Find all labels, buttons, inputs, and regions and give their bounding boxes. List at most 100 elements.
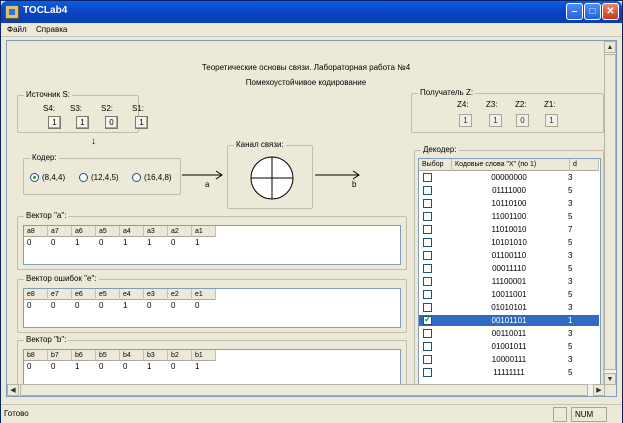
- scroll-left-button[interactable]: ◀: [7, 384, 19, 396]
- scroll-right-button[interactable]: ▶: [593, 384, 605, 396]
- codeword-cell: 11100001: [491, 277, 527, 286]
- column-header-codewords[interactable]: Кодовые слова "X" (по 1): [452, 159, 570, 171]
- decoder-row[interactable]: 11100001 3: [419, 276, 599, 287]
- column-header[interactable]: a6: [72, 226, 96, 237]
- horizontal-scroll-thumb[interactable]: [20, 384, 588, 396]
- s4-button[interactable]: 1: [48, 116, 61, 129]
- checkbox-icon[interactable]: [423, 173, 432, 182]
- checkbox-icon[interactable]: [423, 355, 432, 364]
- decoder-row[interactable]: 01100110 3: [419, 250, 599, 261]
- decoder-row[interactable]: 10110100 3: [419, 198, 599, 209]
- coder-option-1245[interactable]: (12,4,5): [79, 173, 119, 182]
- decoder-row[interactable]: 10011001 5: [419, 289, 599, 300]
- coder-option-844[interactable]: (8,4,4): [30, 173, 65, 182]
- column-header[interactable]: a1: [192, 226, 216, 237]
- column-header[interactable]: b8: [24, 350, 48, 361]
- decoder-row[interactable]: 00101101 1: [419, 314, 599, 326]
- column-header-d[interactable]: d: [570, 159, 599, 171]
- column-header[interactable]: b6: [72, 350, 96, 361]
- column-header[interactable]: e2: [168, 289, 192, 300]
- status-bar: Готово NUM: [1, 404, 622, 423]
- column-header[interactable]: b1: [192, 350, 216, 361]
- column-header[interactable]: a4: [120, 226, 144, 237]
- column-header[interactable]: e4: [120, 289, 144, 300]
- checkbox-icon[interactable]: [423, 251, 432, 260]
- checkbox-icon[interactable]: [423, 212, 432, 221]
- decoder-table[interactable]: Выбор Кодовые слова "X" (по 1) d 0000000…: [418, 158, 601, 385]
- decoder-row[interactable]: 01001011 5: [419, 341, 599, 352]
- column-header-select[interactable]: Выбор: [419, 159, 452, 171]
- checkbox-icon[interactable]: [423, 225, 432, 234]
- s1-button[interactable]: 1: [135, 116, 148, 129]
- column-header[interactable]: b2: [168, 350, 192, 361]
- checkbox-icon[interactable]: [423, 277, 432, 286]
- menu-file[interactable]: Файл: [7, 25, 27, 34]
- column-header[interactable]: a7: [48, 226, 72, 237]
- column-header[interactable]: b3: [144, 350, 168, 361]
- table-cell: 0: [195, 301, 200, 310]
- checkbox-icon[interactable]: [423, 342, 432, 351]
- decoder-row[interactable]: 01111000 5: [419, 185, 599, 196]
- checkbox-icon[interactable]: [423, 368, 432, 377]
- arrow-a-label: a: [205, 180, 210, 189]
- decoder-row[interactable]: 00011110 5: [419, 263, 599, 274]
- column-header[interactable]: b7: [48, 350, 72, 361]
- column-header[interactable]: b4: [120, 350, 144, 361]
- window-title: TOCLab4: [23, 5, 68, 16]
- decoder-row[interactable]: 11010010 7: [419, 224, 599, 235]
- table-cell: 1: [123, 301, 128, 310]
- s2-label: S2:: [101, 104, 114, 113]
- close-button[interactable]: ✕: [602, 3, 619, 20]
- distance-cell: 5: [568, 290, 573, 299]
- maximize-button[interactable]: □: [584, 3, 601, 20]
- checkbox-checked-icon[interactable]: [423, 314, 432, 325]
- receiver-group: Получатель Z: Z4: Z3: Z2: Z1: 1 1 0 1: [411, 88, 604, 133]
- checkbox-icon[interactable]: [423, 303, 432, 312]
- decoder-row[interactable]: 01010101 3: [419, 302, 599, 313]
- menu-help[interactable]: Справка: [36, 25, 67, 34]
- vector-e-table[interactable]: e8 e7 e6 e5 e4 e3 e2 e1 0 0 0 0 1 0 0 0: [23, 288, 401, 328]
- table-row[interactable]: 0 0 1 0 0 1 0 1: [24, 362, 216, 371]
- column-header[interactable]: e1: [192, 289, 216, 300]
- checkbox-icon[interactable]: [423, 199, 432, 208]
- decoder-row[interactable]: 00000000 3: [419, 172, 599, 183]
- column-header[interactable]: e3: [144, 289, 168, 300]
- s2-button[interactable]: 0: [105, 116, 118, 129]
- decoder-row[interactable]: 11001100 5: [419, 211, 599, 222]
- column-header[interactable]: e8: [24, 289, 48, 300]
- column-header[interactable]: a5: [96, 226, 120, 237]
- vertical-scroll-thumb[interactable]: [604, 54, 616, 370]
- codeword-cell: 10110100: [491, 199, 527, 208]
- column-header[interactable]: a3: [144, 226, 168, 237]
- decoder-row[interactable]: 00110011 3: [419, 328, 599, 339]
- s3-button[interactable]: 1: [76, 116, 89, 129]
- column-header[interactable]: b5: [96, 350, 120, 361]
- column-header[interactable]: e5: [96, 289, 120, 300]
- source-label: Источник S:: [24, 90, 72, 99]
- title-bar[interactable]: TOCLab4 – □ ✕: [1, 1, 622, 23]
- column-header[interactable]: e6: [72, 289, 96, 300]
- vector-b-table[interactable]: b8 b7 b6 b5 b4 b3 b2 b1 0 0 1 0 0 1 0 1: [23, 349, 401, 385]
- column-header[interactable]: e7: [48, 289, 72, 300]
- vector-a-table[interactable]: a8 a7 a6 a5 a4 a3 a2 a1 0 0 1 0 1 1 0 1: [23, 225, 401, 265]
- checkbox-icon[interactable]: [423, 329, 432, 338]
- minimize-button[interactable]: –: [566, 3, 583, 20]
- table-row[interactable]: 0 0 1 0 1 1 0 1: [24, 238, 216, 247]
- table-row[interactable]: 0 0 0 0 1 0 0 0: [24, 301, 216, 310]
- column-header[interactable]: a2: [168, 226, 192, 237]
- vector-a-group: Вектор "a": a8 a7 a6 a5 a4 a3 a2 a1 0 0 …: [17, 211, 407, 270]
- coder-option-1648[interactable]: (16,4,8): [132, 173, 172, 182]
- vertical-scrollbar[interactable]: ▲ ▼: [604, 41, 616, 385]
- decoder-row[interactable]: 11111111 5: [419, 367, 599, 378]
- decoder-row[interactable]: 10101010 5: [419, 237, 599, 248]
- checkbox-icon[interactable]: [423, 264, 432, 273]
- scroll-up-button[interactable]: ▲: [604, 41, 616, 53]
- coder-label: Кодер:: [30, 153, 59, 162]
- checkbox-icon[interactable]: [423, 290, 432, 299]
- column-header[interactable]: a8: [24, 226, 48, 237]
- scroll-down-button[interactable]: ▼: [604, 373, 616, 385]
- horizontal-scrollbar[interactable]: ◀ ▶: [7, 384, 605, 396]
- checkbox-icon[interactable]: [423, 238, 432, 247]
- checkbox-icon[interactable]: [423, 186, 432, 195]
- decoder-row[interactable]: 10000111 3: [419, 354, 599, 365]
